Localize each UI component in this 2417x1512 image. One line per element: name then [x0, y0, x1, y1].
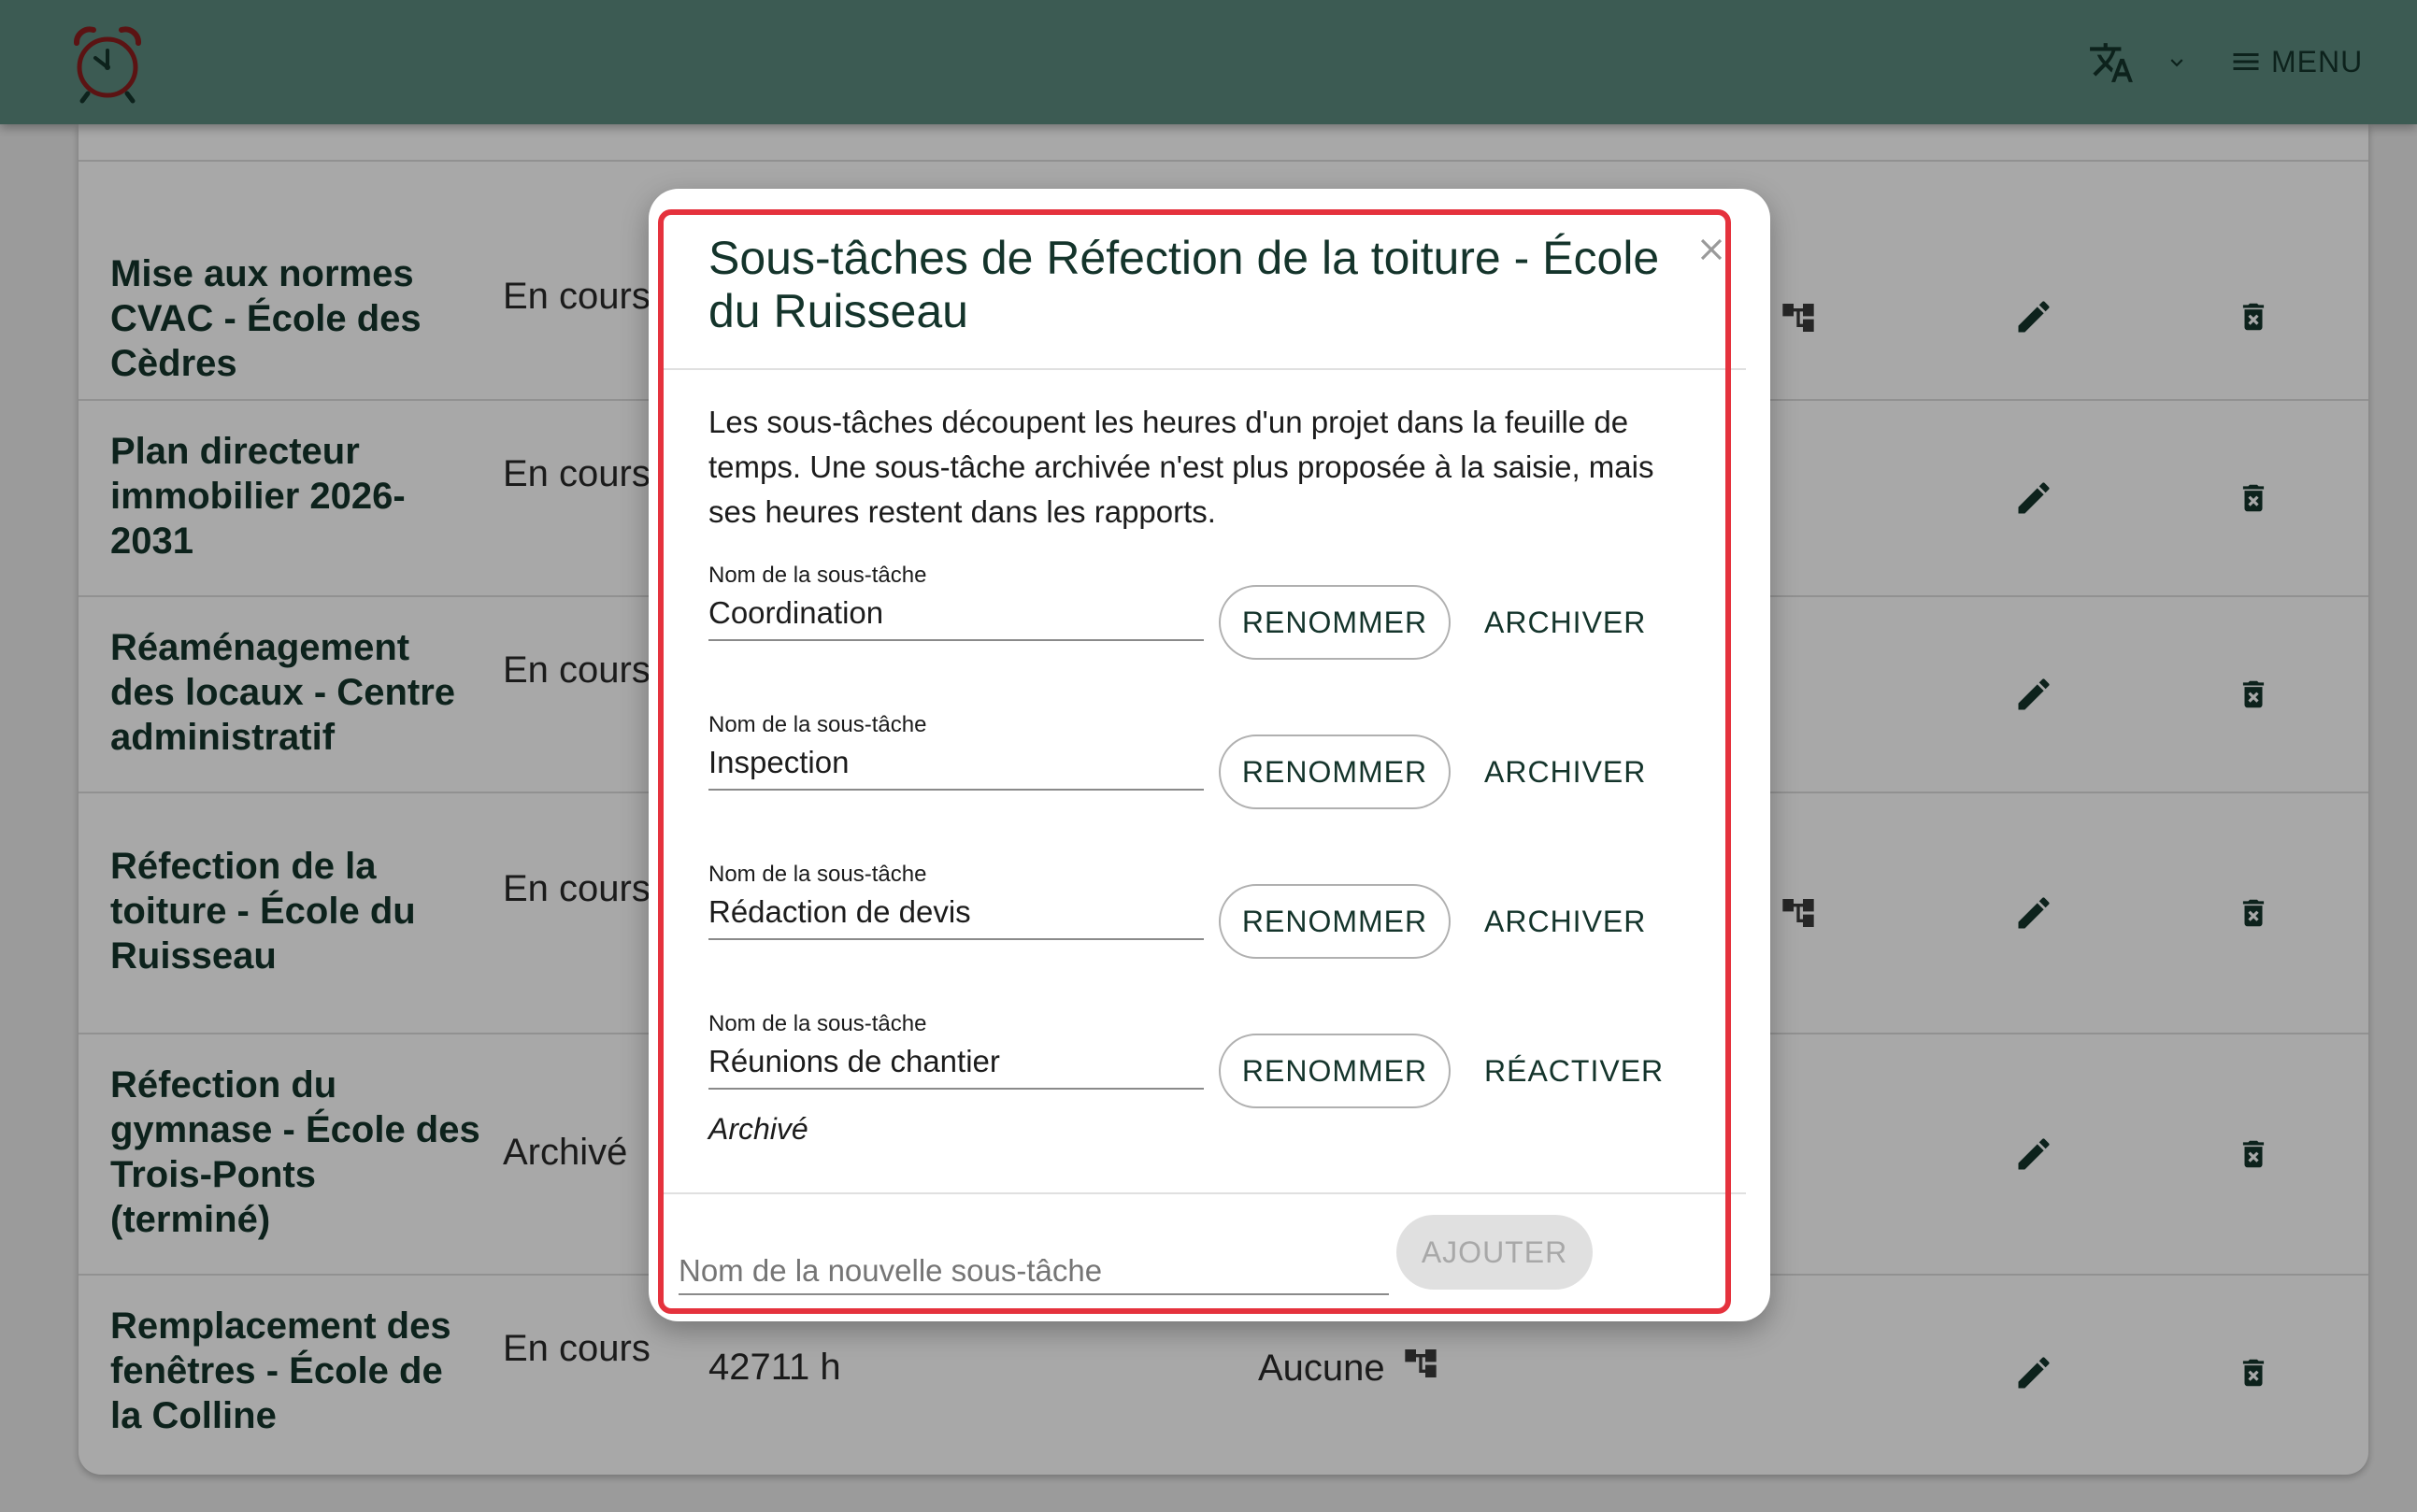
divider — [662, 1192, 1746, 1194]
rename-button[interactable]: RENOMMER — [1219, 585, 1451, 660]
close-icon[interactable] — [1694, 232, 1729, 267]
rename-button[interactable]: RENOMMER — [1219, 735, 1451, 809]
subtasks-dialog: Sous-tâches de Réfection de la toiture -… — [649, 189, 1770, 1321]
subtask-name-input[interactable] — [708, 893, 1204, 940]
archive-button[interactable]: ARCHIVER — [1466, 884, 1665, 959]
divider — [662, 368, 1746, 370]
rename-button[interactable]: RENOMMER — [1219, 1034, 1451, 1108]
subtask-name-input[interactable] — [708, 594, 1204, 641]
archived-note: Archivé — [708, 1112, 808, 1146]
subtask-name-label: Nom de la sous-tâche — [708, 862, 927, 887]
add-button[interactable]: AJOUTER — [1396, 1215, 1593, 1290]
new-subtask-input[interactable] — [679, 1234, 1389, 1295]
dialog-intro: Les sous-tâches découpent les heures d'u… — [708, 405, 1654, 529]
subtask-name-label: Nom de la sous-tâche — [708, 563, 927, 588]
subtask-row: Nom de la sous-tâche RENOMMER ARCHIVER — [708, 712, 1737, 815]
subtask-name-label: Nom de la sous-tâche — [708, 712, 927, 737]
subtask-name-input[interactable] — [708, 1043, 1204, 1090]
rename-button[interactable]: RENOMMER — [1219, 884, 1451, 959]
subtask-name-input[interactable] — [708, 744, 1204, 791]
subtask-name-label: Nom de la sous-tâche — [708, 1011, 927, 1036]
archive-button[interactable]: ARCHIVER — [1466, 585, 1665, 660]
archive-button[interactable]: ARCHIVER — [1466, 735, 1665, 809]
subtask-row: Nom de la sous-tâche RENOMMER RÉACTIVER … — [708, 1011, 1737, 1161]
dialog-title: Sous-tâches de Réfection de la toiture -… — [708, 232, 1660, 337]
subtask-row: Nom de la sous-tâche RENOMMER ARCHIVER — [708, 563, 1737, 665]
reactivate-button[interactable]: RÉACTIVER — [1466, 1034, 1682, 1108]
subtask-row: Nom de la sous-tâche RENOMMER ARCHIVER — [708, 862, 1737, 964]
